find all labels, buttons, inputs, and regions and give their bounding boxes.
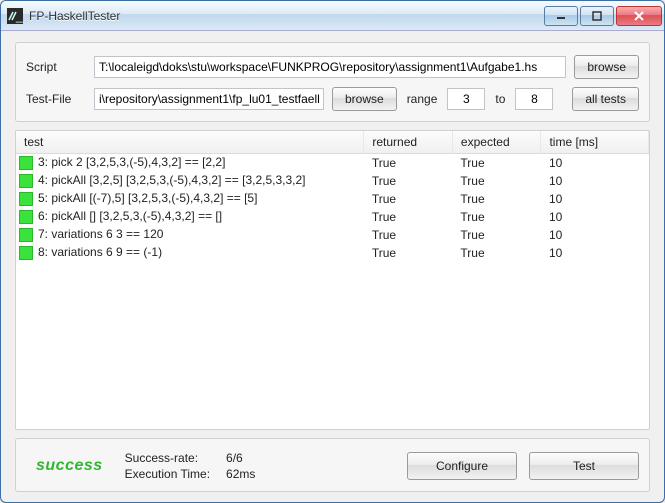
test-text: 7: variations 6 3 == 120 — [38, 227, 163, 241]
returned-cell: True — [364, 226, 453, 244]
testfile-input[interactable] — [94, 88, 324, 110]
returned-cell: True — [364, 172, 453, 190]
returned-cell: True — [364, 190, 453, 208]
col-time[interactable]: time [ms] — [541, 131, 649, 154]
app-icon: _ — [7, 8, 23, 24]
titlebar: _ FP-HaskellTester — [1, 1, 664, 31]
time-cell: 10 — [541, 226, 649, 244]
pass-icon — [19, 174, 33, 188]
client-area: Script browse Test-File browse range to … — [1, 31, 664, 502]
range-to-input[interactable] — [515, 88, 553, 110]
maximize-button[interactable] — [580, 6, 614, 26]
range-from-input[interactable] — [447, 88, 485, 110]
returned-cell: True — [364, 244, 453, 262]
pass-icon — [19, 156, 33, 170]
test-text: 3: pick 2 [3,2,5,3,(-5),4,3,2] == [2,2] — [38, 155, 225, 169]
returned-cell: True — [364, 154, 453, 172]
script-input[interactable] — [94, 56, 566, 78]
test-button[interactable]: Test — [529, 452, 639, 480]
expected-cell: True — [452, 244, 541, 262]
table-row[interactable]: 8: variations 6 9 == (-1)TrueTrue10 — [16, 244, 649, 262]
stats-block: Success-rate: 6/6 Execution Time: 62ms — [125, 451, 256, 481]
success-rate-value: 6/6 — [226, 451, 255, 465]
expected-cell: True — [452, 208, 541, 226]
test-text: 8: variations 6 9 == (-1) — [38, 245, 162, 259]
pass-icon — [19, 228, 33, 242]
time-cell: 10 — [541, 154, 649, 172]
test-text: 5: pickAll [(-7),5] [3,2,5,3,(-5),4,3,2]… — [38, 191, 257, 205]
expected-cell: True — [452, 172, 541, 190]
range-label: range — [405, 92, 440, 106]
col-test[interactable]: test — [16, 131, 364, 154]
pass-icon — [19, 246, 33, 260]
expected-cell: True — [452, 154, 541, 172]
table-row[interactable]: 5: pickAll [(-7),5] [3,2,5,3,(-5),4,3,2]… — [16, 190, 649, 208]
expected-cell: True — [452, 190, 541, 208]
configure-button[interactable]: Configure — [407, 452, 517, 480]
col-returned[interactable]: returned — [364, 131, 453, 154]
table-row[interactable]: 6: pickAll [] [3,2,5,3,(-5),4,3,2] == []… — [16, 208, 649, 226]
table-row[interactable]: 3: pick 2 [3,2,5,3,(-5),4,3,2] == [2,2] T… — [16, 154, 649, 172]
expected-cell: True — [452, 226, 541, 244]
table-row[interactable]: 7: variations 6 3 == 120TrueTrue10 — [16, 226, 649, 244]
results-table[interactable]: test returned expected time [ms] 3: pick… — [15, 130, 650, 430]
table-row[interactable]: 4: pickAll [3,2,5] [3,2,5,3,(-5),4,3,2] … — [16, 172, 649, 190]
footer-group: success Success-rate: 6/6 Execution Time… — [15, 438, 650, 492]
all-tests-button[interactable]: all tests — [572, 87, 639, 111]
time-cell: 10 — [541, 190, 649, 208]
test-text: 4: pickAll [3,2,5] [3,2,5,3,(-5),4,3,2] … — [38, 173, 306, 187]
test-text: 6: pickAll [] [3,2,5,3,(-5),4,3,2] == [] — [38, 209, 222, 223]
table-header-row: test returned expected time [ms] — [16, 131, 649, 154]
browse-testfile-button[interactable]: browse — [332, 87, 397, 111]
testfile-label: Test-File — [26, 92, 86, 106]
svg-text:_: _ — [15, 9, 23, 23]
app-window: _ FP-HaskellTester Script browse Test-Fi… — [0, 0, 665, 503]
time-cell: 10 — [541, 172, 649, 190]
returned-cell: True — [364, 208, 453, 226]
pass-icon — [19, 210, 33, 224]
exec-time-label: Execution Time: — [125, 467, 210, 481]
window-title: FP-HaskellTester — [29, 9, 544, 23]
success-rate-label: Success-rate: — [125, 451, 210, 465]
to-label: to — [493, 92, 507, 106]
minimize-button[interactable] — [544, 6, 578, 26]
time-cell: 10 — [541, 208, 649, 226]
col-expected[interactable]: expected — [452, 131, 541, 154]
pass-icon — [19, 192, 33, 206]
script-label: Script — [26, 60, 86, 74]
input-group: Script browse Test-File browse range to … — [15, 42, 650, 122]
window-controls — [544, 6, 662, 26]
close-button[interactable] — [616, 6, 662, 26]
exec-time-value: 62ms — [226, 467, 255, 481]
browse-script-button[interactable]: browse — [574, 55, 639, 79]
status-word: success — [26, 457, 113, 475]
time-cell: 10 — [541, 244, 649, 262]
